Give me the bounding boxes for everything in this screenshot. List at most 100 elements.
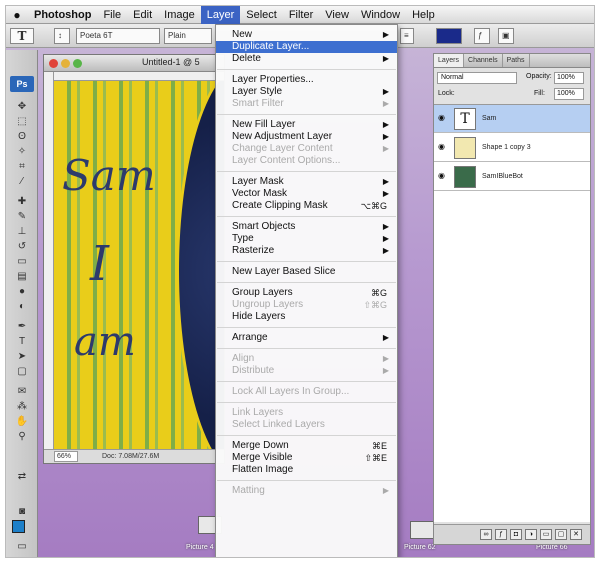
menu-item-layer-content-options: Layer Content Options... — [216, 155, 397, 167]
desktop-label[interactable]: Picture 62 — [404, 544, 436, 551]
menu-item-rasterize[interactable]: Rasterize ▶ — [216, 245, 397, 257]
zoom-tool-icon[interactable]: ⚲ — [12, 430, 32, 443]
layer-row[interactable]: ◉ SamIBlueBot — [434, 163, 590, 191]
menu-file[interactable]: File — [97, 6, 127, 24]
document-canvas[interactable]: Sam I am — [54, 81, 224, 449]
menu-item-vector-mask[interactable]: Vector Mask ▶ — [216, 188, 397, 200]
move-tool-icon[interactable]: ✥ — [12, 100, 32, 113]
swap-colors-icon[interactable]: ⇄ — [12, 470, 32, 483]
eye-icon[interactable]: ◉ — [438, 114, 448, 122]
menu-select[interactable]: Select — [240, 6, 283, 24]
adjustment-layer-icon[interactable]: ◑ — [525, 529, 537, 540]
layer-row[interactable]: ◉ Shape 1 copy 3 — [434, 134, 590, 162]
menu-photoshop[interactable]: Photoshop — [28, 6, 97, 24]
healing-brush-icon[interactable]: ✚ — [12, 195, 32, 208]
eye-icon[interactable]: ◉ — [438, 172, 448, 180]
type-tool-icon[interactable]: T — [12, 335, 32, 348]
tab-channels[interactable]: Channels — [464, 54, 503, 67]
menu-item-merge-visible[interactable]: Merge Visible ⇧⌘E — [216, 452, 397, 464]
menu-item-merge-down[interactable]: Merge Down ⌘E — [216, 440, 397, 452]
menu-edit[interactable]: Edit — [127, 6, 158, 24]
new-group-icon[interactable]: ▭ — [540, 529, 552, 540]
pen-tool-icon[interactable]: ✒ — [12, 320, 32, 333]
menu-item-group-layers[interactable]: Group Layers ⌘G — [216, 287, 397, 299]
minimize-icon[interactable] — [61, 59, 70, 68]
slice-tool-icon[interactable]: ⁄ — [12, 175, 32, 188]
brush-tool-icon[interactable]: ✎ — [12, 210, 32, 223]
menu-item-new-adjustment-layer[interactable]: New Adjustment Layer ▶ — [216, 131, 397, 143]
apple-icon[interactable]: ● — [6, 6, 28, 24]
zoom-field[interactable]: 66% — [54, 451, 78, 462]
menu-item-label: Smart Filter — [232, 98, 284, 109]
menu-filter[interactable]: Filter — [283, 6, 319, 24]
hand-tool-icon[interactable]: ✋ — [12, 415, 32, 428]
layer-mask-icon[interactable]: ◘ — [510, 529, 522, 540]
menu-item-label: Layer Style — [232, 86, 283, 97]
quick-mask-icon[interactable]: ◙ — [12, 505, 32, 518]
align-right-icon[interactable]: ≡ — [400, 28, 414, 44]
document-size[interactable]: Doc: 7.08M/27.6M — [102, 450, 159, 463]
menu-item-flatten-image[interactable]: Flatten Image — [216, 464, 397, 476]
font-style-select[interactable]: Plain — [164, 28, 212, 44]
shape-tool-icon[interactable]: ▢ — [12, 365, 32, 378]
notes-tool-icon[interactable]: ✉ — [12, 385, 32, 398]
menu-help[interactable]: Help — [406, 6, 441, 24]
palettes-icon[interactable]: ▣ — [498, 28, 514, 44]
font-family-select[interactable]: Poeta 6T — [76, 28, 160, 44]
link-layers-icon[interactable]: ∞ — [480, 529, 492, 540]
marquee-tool-icon[interactable]: ⬚ — [12, 115, 32, 128]
menu-item-label: Merge Down — [232, 440, 289, 451]
close-icon[interactable] — [49, 59, 58, 68]
desktop-file-icon[interactable] — [410, 521, 434, 539]
menu-image[interactable]: Image — [158, 6, 201, 24]
layer-style-icon[interactable]: ƒ — [495, 529, 507, 540]
blend-mode-select[interactable]: Normal — [437, 72, 517, 84]
eyedropper-icon[interactable]: ⁂ — [12, 400, 32, 413]
dodge-tool-icon[interactable]: ◐ — [12, 300, 32, 313]
trash-icon[interactable]: ✕ — [570, 529, 582, 540]
eye-icon[interactable]: ◉ — [438, 143, 448, 151]
path-select-icon[interactable]: ➤ — [12, 350, 32, 363]
blur-tool-icon[interactable]: ● — [12, 285, 32, 298]
tab-paths[interactable]: Paths — [503, 54, 530, 67]
orientation-icon[interactable]: ↕ — [54, 28, 70, 44]
menu-item-smart-objects[interactable]: Smart Objects ▶ — [216, 221, 397, 233]
menu-layer[interactable]: Layer — [200, 6, 241, 24]
history-brush-icon[interactable]: ↺ — [12, 240, 32, 253]
menu-item-arrange[interactable]: Arrange ▶ — [216, 332, 397, 344]
menu-window[interactable]: Window — [355, 6, 406, 24]
zoom-icon[interactable] — [73, 59, 82, 68]
eraser-tool-icon[interactable]: ▭ — [12, 255, 32, 268]
menu-view[interactable]: View — [319, 6, 355, 24]
menu-item-layer-properties[interactable]: Layer Properties... — [216, 74, 397, 86]
screen-mode-icon[interactable]: ▭ — [12, 540, 32, 553]
menu-item-duplicate-layer[interactable]: Duplicate Layer... — [216, 41, 397, 53]
menu-item-new-layer-based-slice[interactable]: New Layer Based Slice — [216, 266, 397, 278]
foreground-color-swatch[interactable] — [12, 520, 25, 533]
opacity-field[interactable]: 100% — [554, 72, 584, 84]
type-tool-icon[interactable]: T — [10, 28, 34, 44]
clone-stamp-icon[interactable]: ⊥ — [12, 225, 32, 238]
new-layer-icon[interactable]: ▢ — [555, 529, 567, 540]
menu-item-hide-layers[interactable]: Hide Layers — [216, 311, 397, 323]
menu-item-new[interactable]: New ▶ — [216, 29, 397, 41]
submenu-arrow-icon: ▶ — [382, 366, 389, 375]
lasso-tool-icon[interactable]: ʘ — [12, 130, 32, 143]
desktop-label[interactable]: Picture 4 — [186, 544, 214, 551]
menu-item-type[interactable]: Type ▶ — [216, 233, 397, 245]
magic-wand-icon[interactable]: ✧ — [12, 145, 32, 158]
tab-layers[interactable]: Layers — [434, 54, 465, 67]
menu-item-delete[interactable]: Delete ▶ — [216, 53, 397, 65]
warp-text-icon[interactable]: ƒ — [474, 28, 490, 44]
menu-item-new-fill-layer[interactable]: New Fill Layer ▶ — [216, 119, 397, 131]
menu-item-layer-mask[interactable]: Layer Mask ▶ — [216, 176, 397, 188]
menu-item-distribute: Distribute ▶ — [216, 365, 397, 377]
gradient-tool-icon[interactable]: ▤ — [12, 270, 32, 283]
fill-field[interactable]: 100% — [554, 88, 584, 100]
crop-tool-icon[interactable]: ⌗ — [12, 160, 32, 173]
desktop-label[interactable]: Picture 66 — [536, 544, 568, 551]
layer-row[interactable]: ◉ T Sam — [434, 105, 590, 133]
text-color-swatch[interactable] — [436, 28, 462, 44]
menu-item-create-clipping-mask[interactable]: Create Clipping Mask ⌥⌘G — [216, 200, 397, 212]
menu-item-layer-style[interactable]: Layer Style ▶ — [216, 86, 397, 98]
